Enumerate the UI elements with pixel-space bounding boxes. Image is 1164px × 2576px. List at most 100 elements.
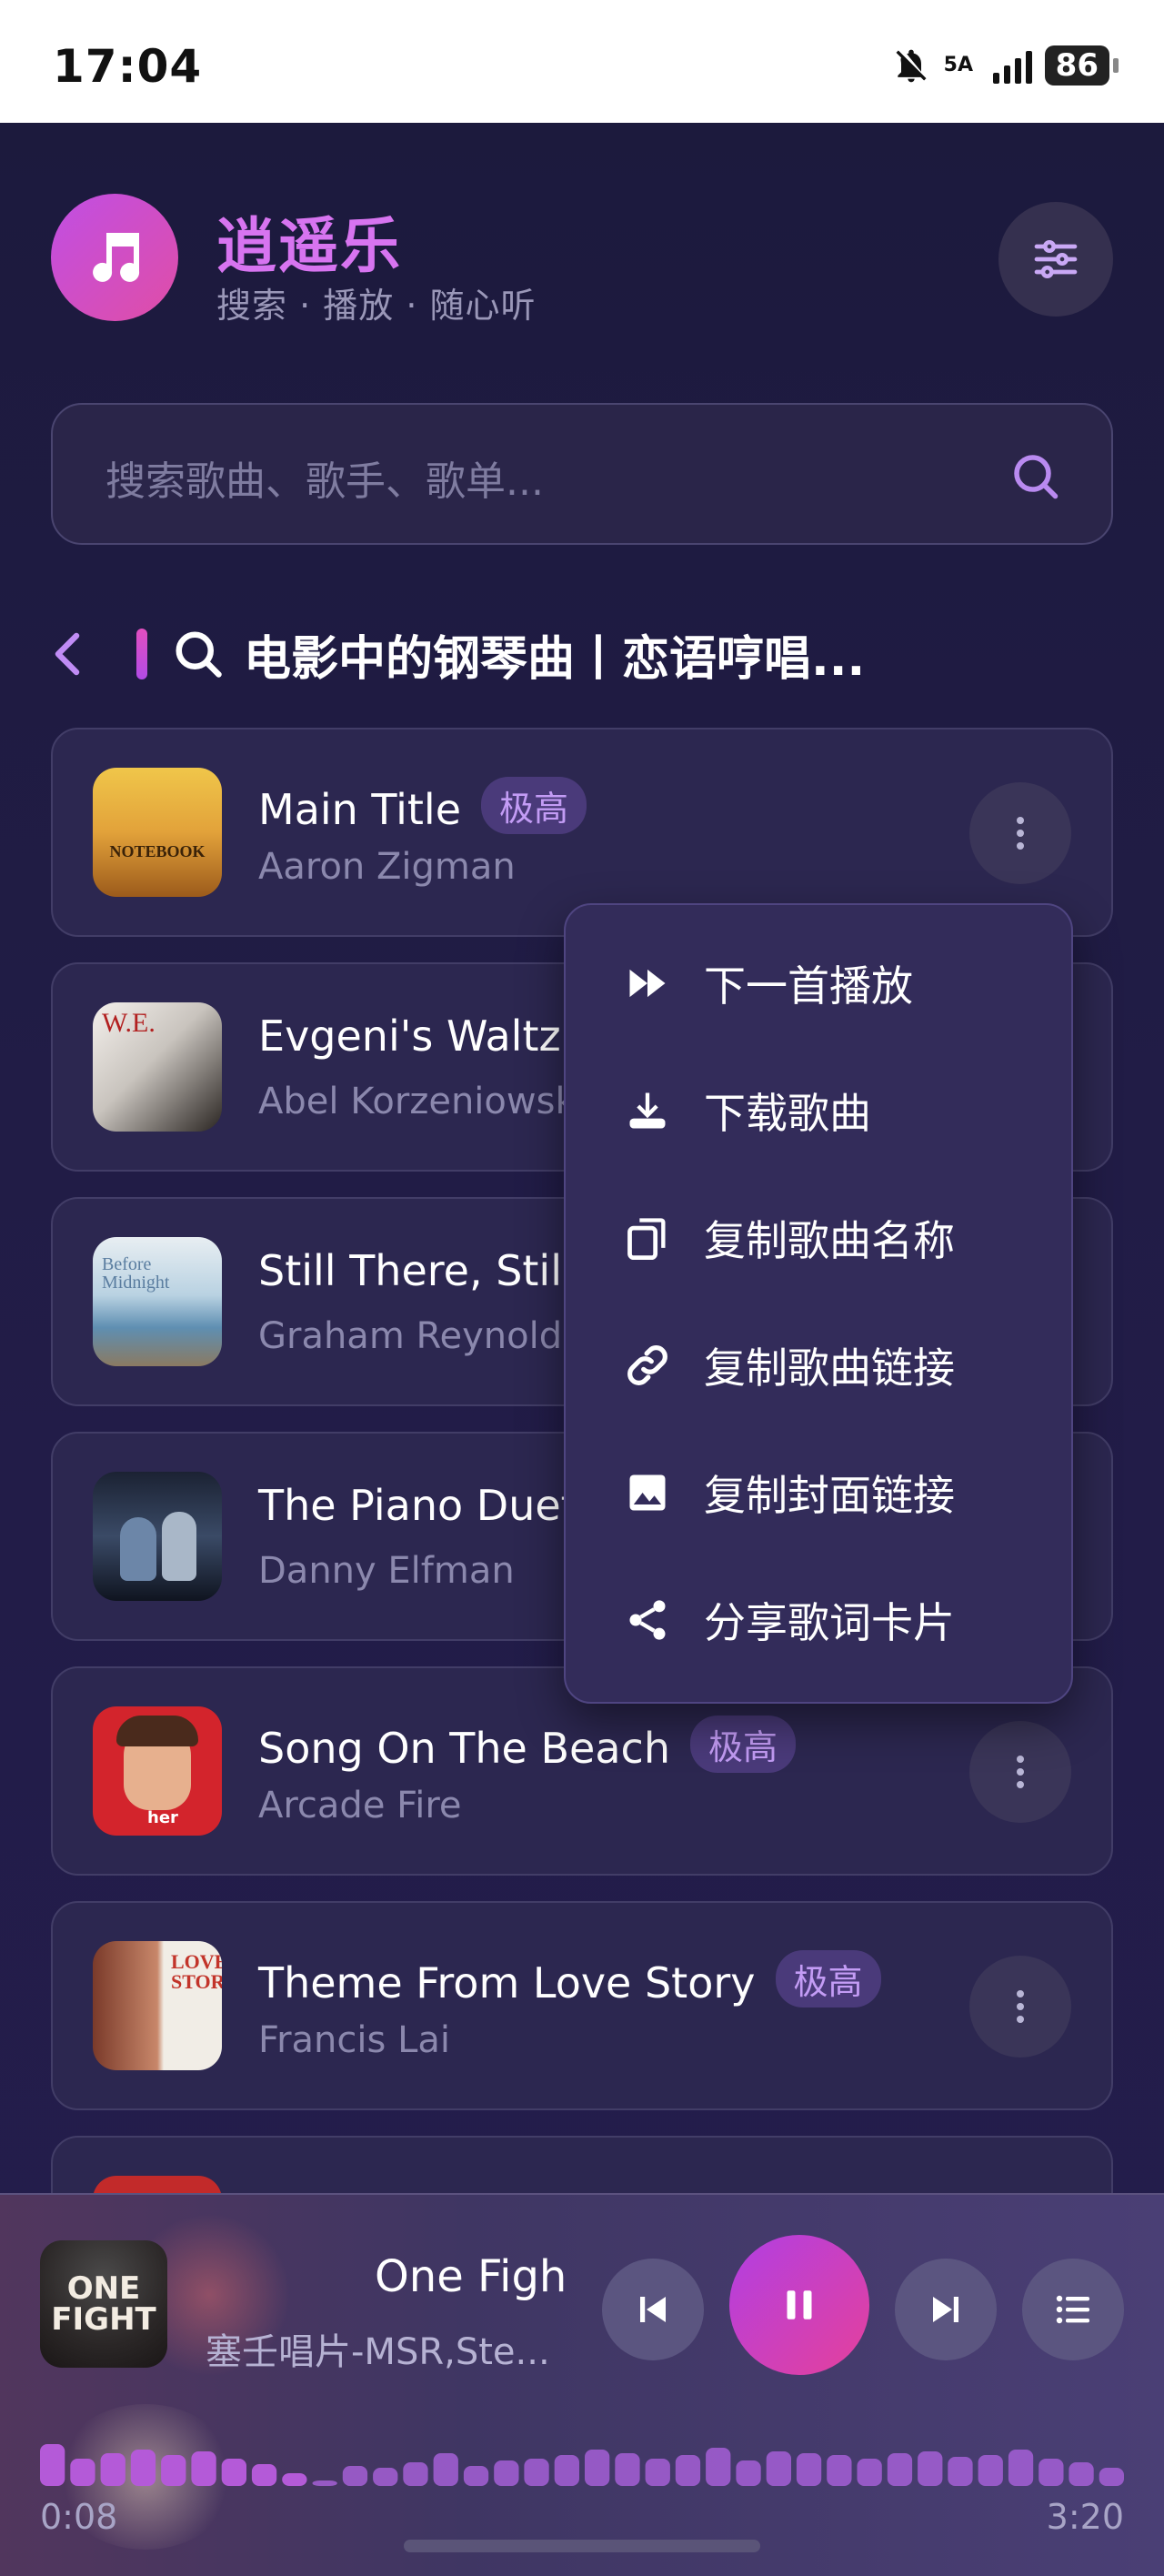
bell-off-icon xyxy=(896,49,927,83)
menu-item-copy-link[interactable]: 复制歌曲链接 xyxy=(566,1302,1071,1429)
queue-list-icon xyxy=(1056,2295,1089,2324)
quality-badge: 极高 xyxy=(775,1950,881,2007)
pause-button[interactable] xyxy=(729,2235,869,2375)
waveform-bar xyxy=(978,2455,1003,2486)
menu-item-play-next[interactable]: 下一首播放 xyxy=(566,920,1071,1047)
song-title-text: Theme From Love Story xyxy=(258,1958,756,2007)
song-title: Song On The Beach 极高 xyxy=(258,1716,796,1773)
playlist-title: 电影中的钢琴曲丨恋语哼唱... xyxy=(244,631,866,687)
play-next-icon xyxy=(622,958,673,1009)
link-icon xyxy=(622,1340,673,1391)
settings-button[interactable] xyxy=(998,202,1113,317)
search-icon[interactable] xyxy=(1008,448,1062,503)
menu-label: 复制歌曲链接 xyxy=(704,1343,955,1393)
album-cover: NOTEBOOK xyxy=(93,768,222,897)
album-cover: LOVESTORY xyxy=(93,1941,222,2070)
cover-text: ONE FIGHT xyxy=(51,2270,156,2338)
menu-label: 复制封面链接 xyxy=(704,1471,955,1520)
accent-bar xyxy=(136,629,147,679)
waveform-progress[interactable] xyxy=(40,2420,1124,2486)
now-playing-artist: 塞壬唱片-MSR,Ste... xyxy=(206,2331,550,2373)
quality-badge: 极高 xyxy=(481,777,587,834)
skip-next-icon xyxy=(933,2297,958,2322)
waveform-bar xyxy=(615,2453,640,2486)
waveform-bar xyxy=(736,2460,761,2486)
battery-indicator: 86 xyxy=(1044,45,1119,86)
sliders-icon xyxy=(1034,240,1078,278)
waveform-bar xyxy=(766,2451,791,2486)
breadcrumb: 电影中的钢琴曲丨恋语哼唱... xyxy=(47,618,1120,690)
context-menu: 下一首播放 下载歌曲 复制歌曲名称 复制歌曲链接 复制封面链接 分享歌词卡片 xyxy=(564,903,1073,1704)
more-options-button[interactable] xyxy=(969,1721,1071,1823)
waveform-bar xyxy=(1099,2468,1124,2486)
menu-label: 复制歌曲名称 xyxy=(704,1216,955,1265)
waveform-bar xyxy=(675,2455,701,2486)
album-cover xyxy=(93,1472,222,1601)
search-input[interactable]: 搜索歌曲、歌手、歌单... xyxy=(51,403,1113,545)
waveform-bar xyxy=(918,2451,943,2486)
now-playing-cover[interactable]: ONE FIGHT xyxy=(40,2240,167,2368)
song-title: Theme From Love Story 极高 xyxy=(258,1950,881,2007)
song-title: The Piano Duet xyxy=(258,1481,577,1530)
menu-label: 下一首播放 xyxy=(704,961,913,1011)
home-indicator xyxy=(404,2540,760,2552)
image-icon xyxy=(622,1467,673,1518)
waveform-bar xyxy=(403,2462,428,2486)
waveform-bar xyxy=(191,2451,216,2486)
status-time: 17:04 xyxy=(53,40,203,93)
waveform-bar xyxy=(221,2459,246,2486)
app-title: 逍遥乐 xyxy=(216,211,402,281)
menu-item-share-lyrics[interactable]: 分享歌词卡片 xyxy=(566,1556,1071,1684)
search-icon xyxy=(176,631,222,678)
now-playing-title[interactable]: One Figh xyxy=(375,2251,567,2302)
song-artist: Francis Lai xyxy=(258,2019,450,2061)
song-title: Main Title 极高 xyxy=(258,777,587,834)
next-button[interactable] xyxy=(895,2259,997,2360)
app-logo xyxy=(51,194,178,321)
total-time: 3:20 xyxy=(1046,2497,1124,2537)
status-bar: 17:04 5A 86 xyxy=(0,0,1164,123)
waveform-bar xyxy=(251,2464,277,2486)
waveform-bar xyxy=(827,2455,852,2486)
network-type: 5A xyxy=(943,54,974,76)
waveform-bar xyxy=(948,2457,973,2486)
copy-icon xyxy=(622,1213,673,1263)
download-icon xyxy=(622,1085,673,1136)
waveform-bar xyxy=(463,2466,489,2486)
back-arrow-icon[interactable] xyxy=(47,627,87,681)
menu-item-copy-cover[interactable]: 复制封面链接 xyxy=(566,1429,1071,1556)
status-icons: 5A 86 xyxy=(891,45,1119,86)
waveform-bar xyxy=(433,2453,458,2486)
waveform-bar xyxy=(645,2459,670,2486)
music-note-icon xyxy=(93,233,140,282)
waveform-bar xyxy=(161,2455,186,2486)
waveform-bar xyxy=(100,2453,125,2486)
song-title: Still There, Still xyxy=(258,1246,574,1295)
waveform-bar xyxy=(1039,2459,1064,2486)
waveform-bar xyxy=(887,2453,913,2486)
menu-label: 下载歌曲 xyxy=(704,1089,871,1138)
song-artist: Abel Korzeniowski xyxy=(258,1081,587,1122)
waveform-bar xyxy=(554,2455,579,2486)
more-options-button[interactable] xyxy=(969,782,1071,884)
waveform-bar xyxy=(857,2459,882,2486)
skip-previous-icon xyxy=(640,2297,666,2322)
waveform-bar xyxy=(130,2450,156,2486)
waveform-bar xyxy=(40,2444,65,2486)
album-cover: W.E. xyxy=(93,1002,222,1132)
song-title: Evgeni's Waltz xyxy=(258,1011,561,1061)
signal-icon xyxy=(992,47,1032,84)
pause-icon xyxy=(787,2290,812,2319)
waveform-bar xyxy=(70,2459,95,2486)
menu-item-copy-name[interactable]: 复制歌曲名称 xyxy=(566,1174,1071,1302)
song-item[interactable]: LOVESTORY Theme From Love Story 极高 Franci… xyxy=(51,1901,1113,2110)
album-cover: Before Midnight xyxy=(93,1237,222,1366)
waveform-bar xyxy=(524,2459,549,2486)
waveform-bar xyxy=(312,2480,337,2486)
previous-button[interactable] xyxy=(602,2259,704,2360)
song-title-text: Song On The Beach xyxy=(258,1724,670,1773)
playlist-button[interactable] xyxy=(1022,2259,1124,2360)
waveform-bar xyxy=(282,2473,307,2486)
menu-item-download[interactable]: 下载歌曲 xyxy=(566,1047,1071,1174)
more-options-button[interactable] xyxy=(969,1956,1071,2058)
